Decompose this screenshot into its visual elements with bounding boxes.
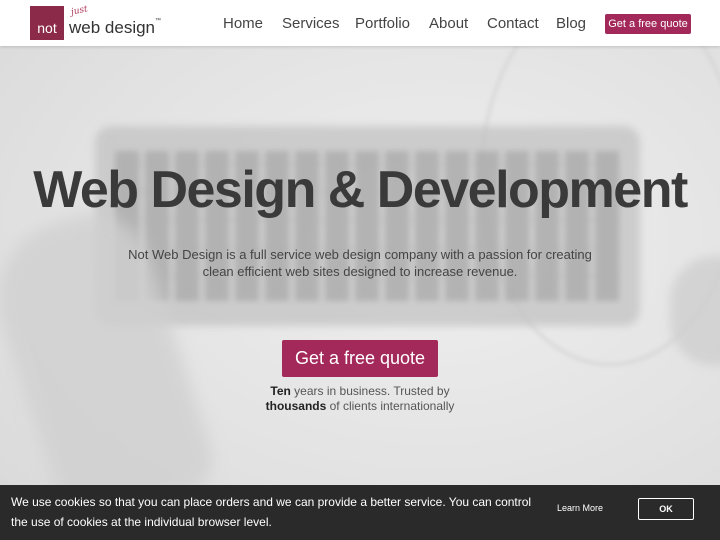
trust-clients: thousands (265, 399, 327, 413)
trust-years: Ten (270, 384, 291, 398)
nav-about[interactable]: About (429, 15, 468, 32)
trust-statement: Ten years in business. Trusted by thousa… (230, 384, 490, 414)
trust-clients-text: of clients internationally (326, 399, 455, 413)
cookie-learn-more-link[interactable]: Learn More (557, 503, 603, 513)
logo-wordmark: just web design™ (69, 4, 162, 38)
cookie-banner: We use cookies so that you can place ord… (0, 485, 720, 540)
hero-description: Not Web Design is a full service web des… (128, 247, 592, 279)
cookie-ok-button[interactable]: OK (638, 498, 694, 520)
cookie-message: We use cookies so that you can place ord… (11, 495, 532, 529)
nav-contact[interactable]: Contact (487, 15, 539, 32)
hero-section: Web Design & Development Not Web Design … (0, 46, 720, 540)
nav-services[interactable]: Services (282, 15, 340, 32)
header-quote-button[interactable]: Get a free quote (605, 14, 691, 34)
site-logo[interactable]: not just web design™ (30, 4, 162, 40)
logo-tm: ™ (155, 18, 162, 24)
trust-years-text: years in business. Trusted by (290, 384, 450, 398)
logo-script-text: just (70, 4, 89, 18)
nav-home[interactable]: Home (223, 15, 263, 32)
nav-blog[interactable]: Blog (556, 15, 586, 32)
nav-portfolio[interactable]: Portfolio (355, 15, 410, 32)
logo-main-text: web design (69, 18, 156, 37)
hero-quote-button[interactable]: Get a free quote (282, 340, 438, 377)
site-header: not just web design™ Home Services Portf… (0, 0, 720, 46)
logo-box: not (30, 6, 64, 40)
hero-title: Web Design & Development (33, 161, 688, 219)
